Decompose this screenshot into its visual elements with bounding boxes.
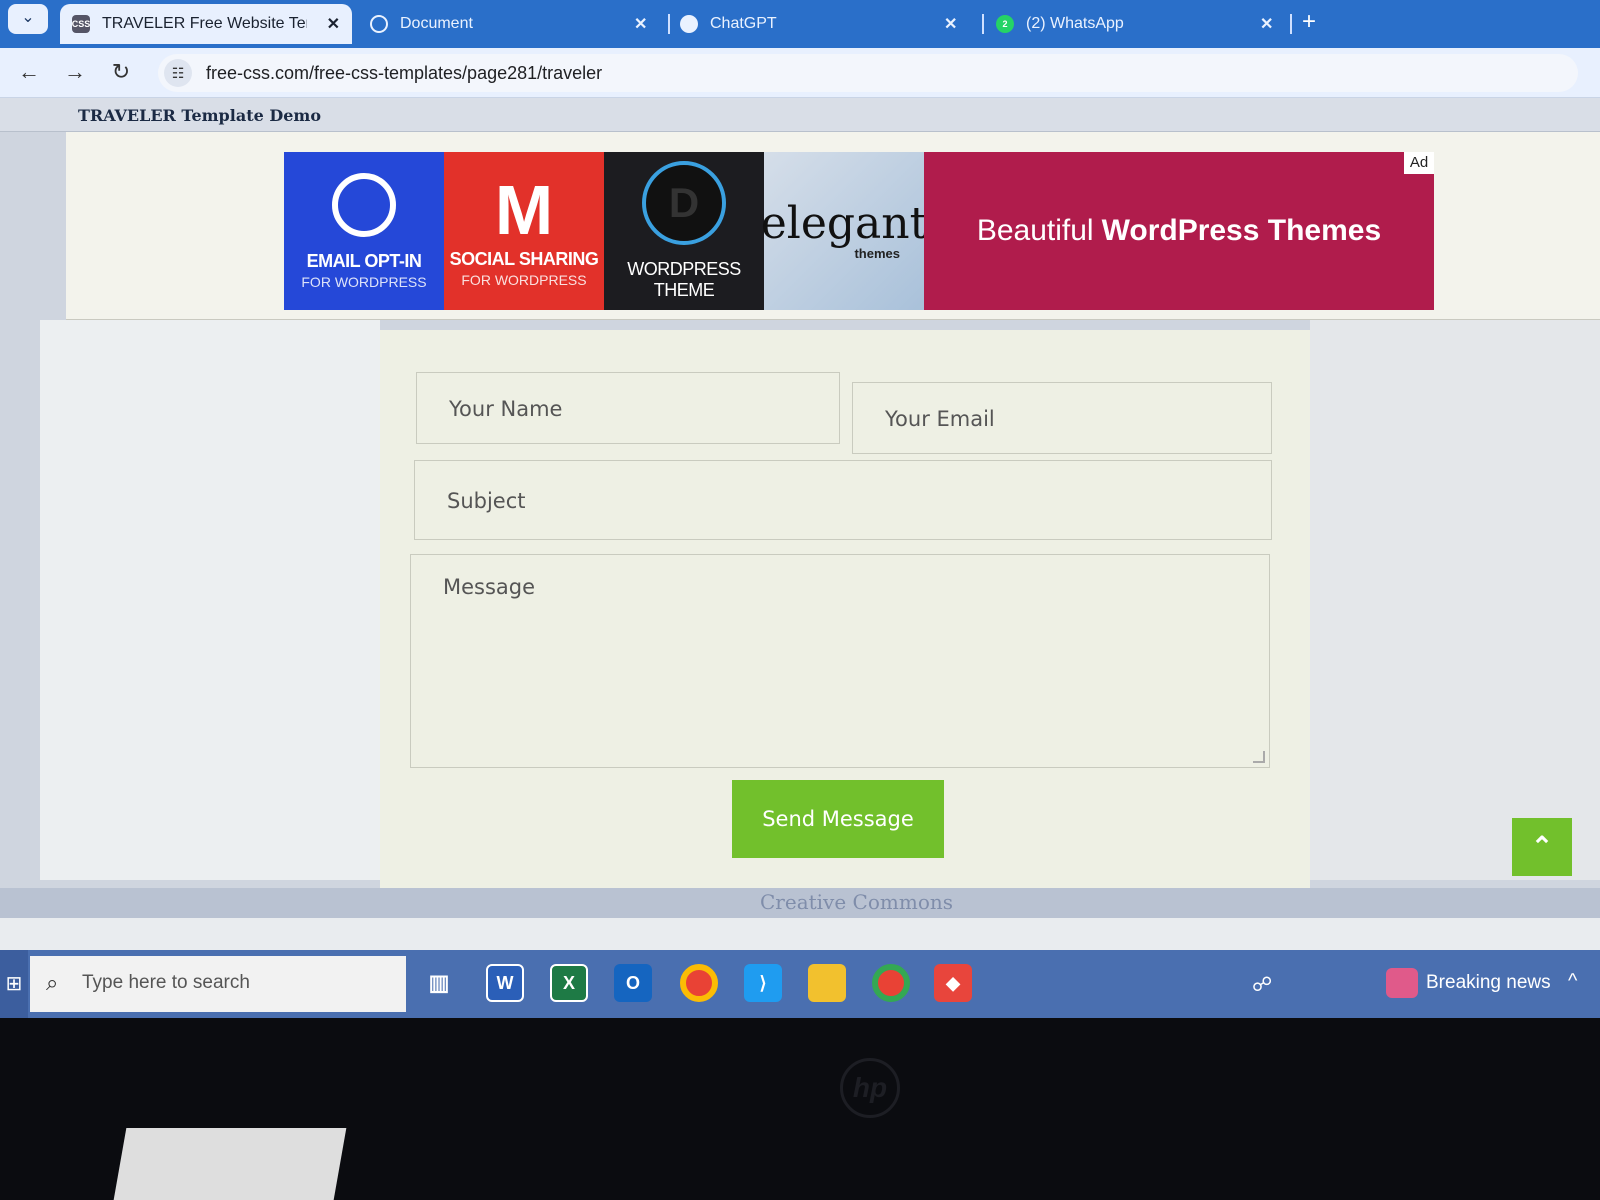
tab-separator bbox=[982, 14, 984, 34]
ad-tile-title: EMAIL OPT-IN bbox=[306, 250, 422, 271]
anydesk-icon[interactable]: ◆ bbox=[934, 964, 972, 1002]
excel-icon[interactable]: X bbox=[550, 964, 588, 1002]
chrome-icon[interactable] bbox=[680, 964, 718, 1002]
url-text[interactable]: free-css.com/free-css-templates/page281/… bbox=[206, 63, 602, 84]
task-view-icon[interactable]: ▥ bbox=[420, 964, 458, 1002]
chatgpt-icon bbox=[680, 15, 698, 33]
address-bar[interactable]: ☷ free-css.com/free-css-templates/page28… bbox=[158, 54, 1578, 92]
tab-strip: ⌄ CSS TRAVELER Free Website Templa ✕ Doc… bbox=[0, 0, 1600, 48]
laptop-bezel: hp bbox=[0, 1018, 1600, 1200]
ad-headline[interactable]: Beautiful WordPress Themes bbox=[924, 152, 1434, 310]
elegant-themes-logo: elegant bbox=[760, 197, 928, 249]
message-placeholder: Message bbox=[443, 575, 536, 599]
screen: ⌄ CSS TRAVELER Free Website Templa ✕ Doc… bbox=[0, 0, 1600, 1018]
ad-tile-title: WORDPRESS THEME bbox=[627, 259, 741, 300]
elegant-themes-sub: themes bbox=[854, 245, 900, 261]
search-placeholder: Type here to search bbox=[82, 972, 250, 993]
ad-tile-title: SOCIAL SHARING bbox=[449, 248, 599, 269]
right-gutter bbox=[1310, 320, 1600, 880]
windows-taskbar: ⊞ ⌕ Type here to search ▥ W X O ⟩ ◆ ☍ Br… bbox=[0, 950, 1600, 1018]
email-field[interactable]: Your Email bbox=[852, 382, 1272, 454]
file-explorer-icon[interactable] bbox=[808, 964, 846, 1002]
monarch-logo-icon: M bbox=[494, 170, 554, 249]
site-info-icon[interactable]: ☷ bbox=[164, 59, 192, 87]
tab-separator bbox=[1290, 14, 1292, 34]
search-icon: ⌕ bbox=[46, 970, 59, 995]
message-textarea[interactable]: Message bbox=[410, 554, 1270, 768]
back-arrow-icon[interactable]: ← bbox=[14, 58, 44, 88]
vscode-icon[interactable]: ⟩ bbox=[744, 964, 782, 1002]
ad-tile-wordpress-theme[interactable]: D WORDPRESS THEME bbox=[604, 152, 764, 310]
news-widget-label[interactable]: Breaking news bbox=[1426, 972, 1551, 994]
people-icon[interactable]: ☍ bbox=[1252, 972, 1272, 997]
whatsapp-icon: 2 bbox=[996, 15, 1014, 33]
new-tab-button[interactable]: + bbox=[1302, 8, 1316, 36]
tab-search-chevron-icon[interactable]: ⌄ bbox=[8, 4, 48, 34]
tab-title: Document bbox=[400, 15, 473, 32]
page-viewport: TRAVELER Template Demo EMAIL OPT-IN FOR … bbox=[0, 98, 1600, 918]
reload-icon[interactable]: ↻ bbox=[106, 58, 136, 88]
ad-headline-lead: Beautiful bbox=[976, 214, 1094, 247]
globe-icon bbox=[370, 15, 388, 33]
tab-chatgpt[interactable]: ChatGPT ✕ bbox=[680, 4, 970, 44]
ad-headline-strong: WordPress Themes bbox=[1101, 214, 1382, 247]
start-button[interactable]: ⊞ bbox=[0, 950, 28, 1018]
footer-credit[interactable]: Creative Commons bbox=[760, 890, 953, 914]
tab-traveler[interactable]: CSS TRAVELER Free Website Templa ✕ bbox=[60, 4, 352, 44]
tab-whatsapp[interactable]: 2 (2) WhatsApp ✕ bbox=[996, 4, 1286, 44]
left-gutter bbox=[40, 320, 380, 880]
subject-field[interactable]: Subject bbox=[414, 460, 1272, 540]
name-field[interactable]: Your Name bbox=[416, 372, 840, 444]
footer-strip: Creative Commons bbox=[0, 888, 1600, 918]
css-favicon-icon: CSS bbox=[72, 15, 90, 33]
word-icon[interactable]: W bbox=[486, 964, 524, 1002]
ad-tile-email-optin[interactable]: EMAIL OPT-IN FOR WORDPRESS bbox=[284, 152, 444, 310]
demo-bar: TRAVELER Template Demo bbox=[0, 98, 1600, 132]
tray-expand-icon[interactable]: ^ bbox=[1568, 970, 1577, 993]
ad-tile-social-sharing[interactable]: M SOCIAL SHARING FOR WORDPRESS bbox=[444, 152, 604, 310]
tab-document[interactable]: Document ✕ bbox=[370, 4, 660, 44]
tab-close-icon[interactable]: ✕ bbox=[634, 14, 647, 34]
news-icon[interactable] bbox=[1386, 968, 1418, 998]
warranty-sticker bbox=[113, 1128, 347, 1200]
bloom-logo-icon bbox=[332, 172, 396, 237]
outlook-icon[interactable]: O bbox=[614, 964, 652, 1002]
tab-close-icon[interactable]: ✕ bbox=[944, 14, 957, 34]
resize-handle-icon[interactable] bbox=[1253, 751, 1265, 763]
demo-title[interactable]: TRAVELER Template Demo bbox=[78, 106, 321, 125]
tab-close-icon[interactable]: ✕ bbox=[327, 14, 340, 34]
chrome-profile-icon[interactable] bbox=[872, 964, 910, 1002]
divi-logo-icon: D bbox=[642, 161, 726, 245]
tab-title: ChatGPT bbox=[710, 15, 777, 32]
back-to-top-button[interactable]: ⌃ bbox=[1512, 818, 1572, 876]
ad-tile-subtitle: FOR WORDPRESS bbox=[301, 273, 427, 290]
tab-close-icon[interactable]: ✕ bbox=[1260, 14, 1273, 34]
taskbar-search[interactable]: ⌕ Type here to search bbox=[30, 956, 406, 1012]
hp-logo-icon: hp bbox=[840, 1058, 900, 1118]
tab-title: (2) WhatsApp bbox=[1026, 15, 1124, 32]
ad-label[interactable]: Ad bbox=[1404, 152, 1434, 174]
ad-tile-subtitle: FOR WORDPRESS bbox=[461, 271, 587, 288]
forward-arrow-icon[interactable]: → bbox=[60, 58, 90, 88]
ad-banner[interactable]: EMAIL OPT-IN FOR WORDPRESS M SOCIAL SHAR… bbox=[66, 132, 1600, 320]
tab-title: TRAVELER Free Website Templa bbox=[102, 15, 307, 32]
tab-separator bbox=[668, 14, 670, 34]
contact-form: Your Name Your Email Subject Message Sen… bbox=[380, 330, 1310, 890]
send-message-button[interactable]: Send Message bbox=[732, 780, 944, 858]
ad-tile-elegant-themes[interactable]: elegant themes bbox=[761, 152, 927, 310]
browser-toolbar: ← → ↻ ☷ free-css.com/free-css-templates/… bbox=[0, 48, 1600, 98]
